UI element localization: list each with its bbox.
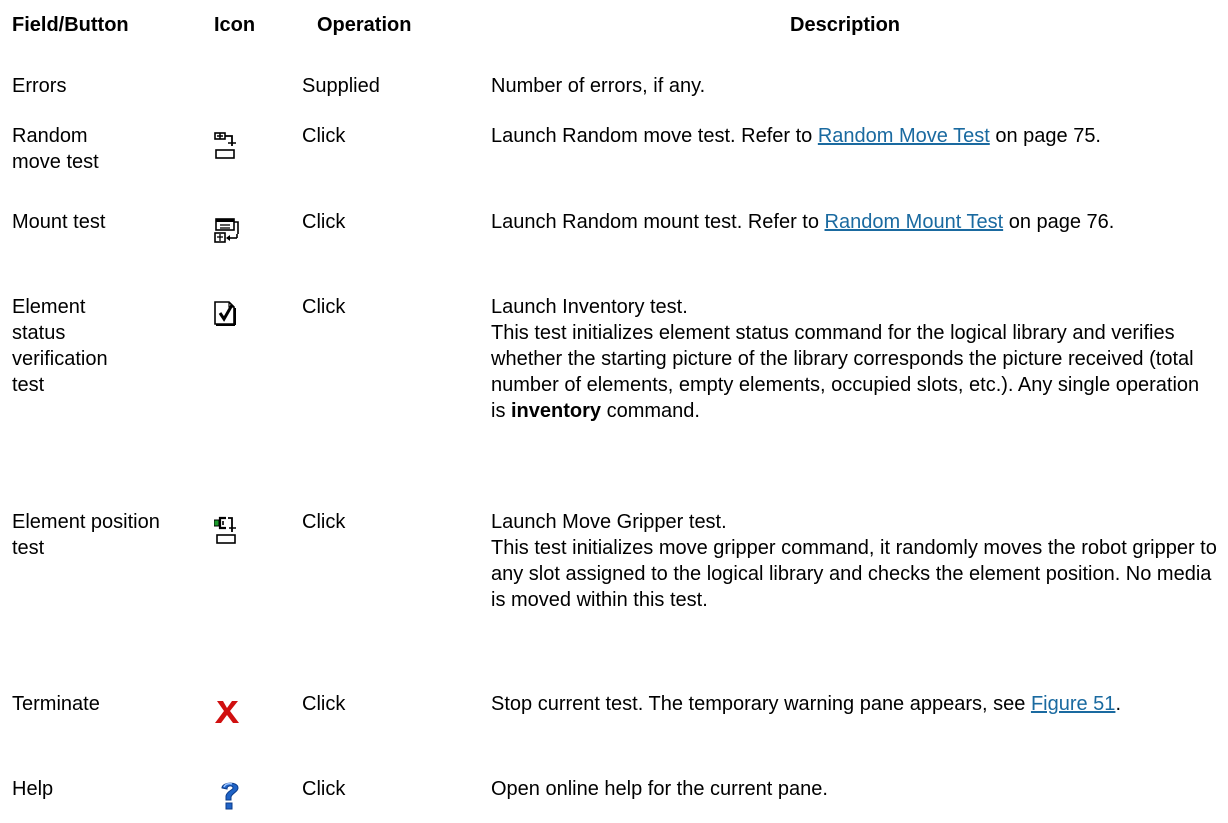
field-name: Errors: [12, 75, 67, 97]
field-name: Mount test: [12, 211, 106, 233]
random-move-test-link[interactable]: Random Move Test: [818, 125, 990, 147]
field-name: Element status verification test: [12, 296, 108, 396]
operation: Click: [302, 693, 346, 715]
header-icon: Icon: [214, 14, 256, 36]
operation: Click: [302, 778, 346, 800]
field-name: Terminate: [12, 693, 100, 715]
description: Open online help for the current pane.: [491, 778, 828, 800]
operation: Click: [302, 125, 346, 147]
field-name: Help: [12, 778, 54, 800]
inventory-keyword: inventory: [511, 400, 602, 422]
description: Launch Random move test. Refer to Random…: [491, 125, 1101, 147]
field-name: Random move test: [12, 125, 99, 173]
description: Launch Random mount test. Refer to Rando…: [491, 211, 1115, 233]
description: Launch Move Gripper test. This test init…: [491, 511, 1217, 611]
move-gripper-icon[interactable]: [214, 515, 254, 545]
figure-51-link[interactable]: Figure 51: [1031, 693, 1116, 715]
random-move-icon[interactable]: [214, 132, 254, 160]
inventory-check-icon[interactable]: [214, 300, 254, 326]
operation: Click: [302, 511, 346, 533]
help-question-icon[interactable]: [219, 780, 259, 810]
operation: Click: [302, 296, 346, 318]
random-mount-test-link[interactable]: Random Mount Test: [825, 211, 1004, 233]
description: Stop current test. The temporary warning…: [491, 693, 1121, 715]
operation: Click: [302, 211, 346, 233]
description: Number of errors, if any.: [491, 75, 706, 97]
random-mount-icon[interactable]: [214, 216, 254, 246]
header-operation: Operation: [317, 14, 412, 36]
close-x-icon[interactable]: [214, 699, 254, 725]
operation: Supplied: [302, 75, 380, 97]
field-name: Element position test: [12, 511, 160, 559]
header-field-button: Field/Button: [12, 14, 129, 36]
description: Launch Inventory test. This test initial…: [491, 296, 1200, 422]
header-description: Description: [790, 14, 901, 36]
